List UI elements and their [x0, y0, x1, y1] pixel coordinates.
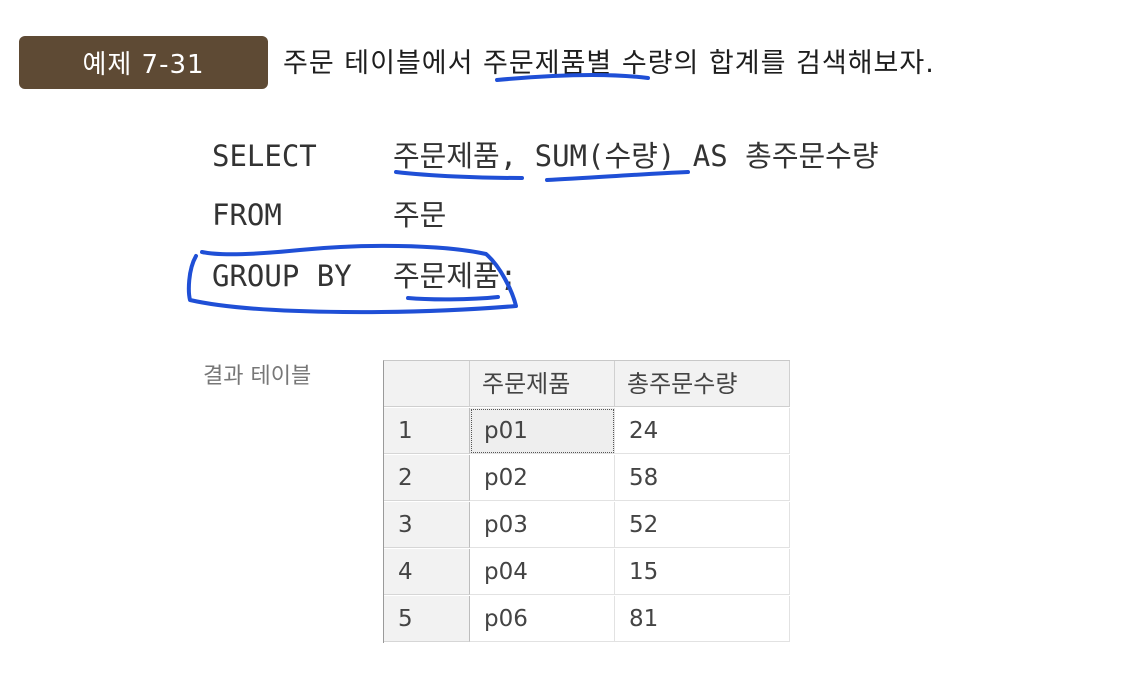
- table-row: 1 p01 24: [384, 408, 790, 455]
- sql-keyword: FROM: [212, 198, 282, 232]
- sql-line-group-by: GROUP BY 주문제품;: [212, 256, 932, 296]
- example-heading: 주문 테이블에서 주문제품별 수량의 합계를 검색해보자.: [283, 48, 935, 79]
- row-number[interactable]: 4: [384, 549, 470, 595]
- table-row: 4 p04 15: [384, 549, 790, 596]
- row-number[interactable]: 5: [384, 596, 470, 642]
- row-number[interactable]: 1: [384, 408, 470, 454]
- sql-keyword: SELECT: [212, 139, 317, 173]
- sql-keyword: GROUP BY: [212, 259, 352, 293]
- cell-product[interactable]: p03: [470, 502, 615, 548]
- cell-product[interactable]: p01: [470, 408, 615, 454]
- sql-argument: 주문: [393, 198, 447, 232]
- column-header-total[interactable]: 총주문수량: [615, 361, 790, 407]
- cell-product[interactable]: p04: [470, 549, 615, 595]
- underline-group-by-column: [406, 295, 500, 302]
- cell-product[interactable]: p02: [470, 455, 615, 501]
- cell-product[interactable]: p06: [470, 596, 615, 642]
- row-number[interactable]: 3: [384, 502, 470, 548]
- result-table: 주문제품 총주문수량 1 p01 24 2 p02 58 3 p03 52 4 …: [383, 360, 790, 643]
- example-number: 예제 7-31: [82, 50, 205, 80]
- cell-total[interactable]: 58: [615, 455, 790, 501]
- cell-total[interactable]: 15: [615, 549, 790, 595]
- header-corner: [384, 361, 470, 407]
- sql-argument: 주문제품;: [393, 259, 518, 293]
- row-number[interactable]: 2: [384, 455, 470, 501]
- result-table-label: 결과 테이블: [203, 364, 312, 389]
- sql-line-select: SELECT 주문제품, SUM(수량) AS 총주문수량: [212, 136, 932, 176]
- sql-line-from: FROM 주문: [212, 195, 932, 235]
- table-row: 5 p06 81: [384, 596, 790, 643]
- table-row: 2 p02 58: [384, 455, 790, 502]
- column-header-product[interactable]: 주문제품: [470, 361, 615, 407]
- sql-argument: 주문제품, SUM(수량) AS 총주문수량: [393, 139, 879, 173]
- cell-total[interactable]: 52: [615, 502, 790, 548]
- table-row: 3 p03 52: [384, 502, 790, 549]
- cell-total[interactable]: 81: [615, 596, 790, 642]
- cell-total[interactable]: 24: [615, 408, 790, 454]
- example-badge: 예제 7-31: [19, 36, 268, 89]
